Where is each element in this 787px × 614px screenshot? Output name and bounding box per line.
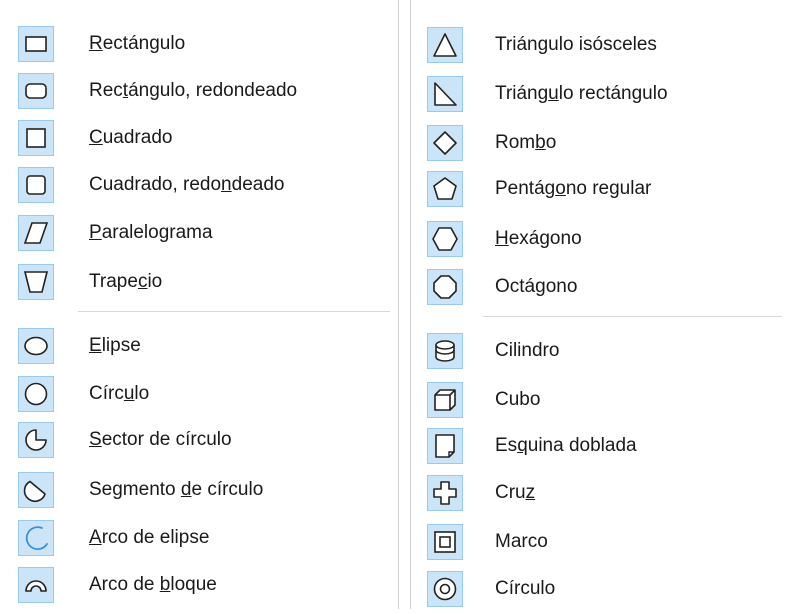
menu-item-label: Triángulo isósceles: [495, 34, 657, 55]
rectangle-icon: [18, 26, 54, 62]
menu-separator: [483, 316, 782, 317]
menu-item-octagono[interactable]: Octágono: [411, 262, 787, 312]
menu-item-label: Elipse: [89, 335, 141, 356]
menu-item-label: Trapecio: [89, 271, 163, 292]
menu-item-cubo[interactable]: Cubo: [411, 375, 787, 425]
menu-item-arco-de-bloque[interactable]: Arco de bloque: [0, 560, 398, 610]
menu-item-paralelograma[interactable]: Paralelograma: [0, 208, 398, 258]
menu-item-label: Rectángulo: [89, 33, 186, 54]
ring-icon: [427, 571, 463, 607]
cube-icon: [427, 382, 463, 418]
menu-item-label: Arco de elipse: [89, 527, 210, 548]
diamond-icon: [427, 125, 463, 161]
menu-item-sector-de-circulo[interactable]: Sector de círculo: [0, 415, 398, 465]
menu-item-label: Esquina doblada: [495, 435, 637, 456]
menu-item-label: Cuadrado: [89, 127, 173, 148]
menu-item-label: Círculo: [89, 383, 150, 404]
menu-item-cilindro[interactable]: Cilindro: [411, 326, 787, 376]
menu-item-label: Arco de bloque: [89, 574, 217, 595]
block-arc-icon: [18, 567, 54, 603]
basic-shapes-menu: Rectángulo Rectángulo, redondeado Cuadra…: [0, 0, 399, 609]
menu-item-label: Segmento de círculo: [89, 479, 264, 500]
rounded-square-icon: [18, 167, 54, 203]
right-triangle-icon: [427, 76, 463, 112]
menu-item-rombo[interactable]: Rombo: [411, 118, 787, 168]
octagon-icon: [427, 269, 463, 305]
frame-icon: [427, 524, 463, 560]
menu-item-arco-de-elipse[interactable]: Arco de elipse: [0, 513, 398, 563]
circle-icon: [18, 376, 54, 412]
menu-item-rectangulo-redondeado[interactable]: Rectángulo, redondeado: [0, 66, 398, 116]
menu-item-label: Rombo: [495, 132, 557, 153]
hexagon-icon: [427, 221, 463, 257]
menu-item-label: Octágono: [495, 276, 578, 297]
rounded-rectangle-icon: [18, 73, 54, 109]
menu-item-label: Triángulo rectángulo: [495, 83, 668, 104]
menu-item-label: Cilindro: [495, 340, 560, 361]
menu-item-label: Cuadrado, redondeado: [89, 174, 285, 195]
menu-item-circulo-anillo[interactable]: Círculo: [411, 564, 787, 614]
menu-item-label: Círculo: [495, 578, 556, 599]
menu-separator: [78, 311, 390, 312]
menu-item-label: Hexágono: [495, 228, 582, 249]
menu-item-marco[interactable]: Marco: [411, 517, 787, 567]
menu-gap: [399, 0, 409, 609]
menu-item-pentagono-regular[interactable]: Pentágono regular: [411, 164, 787, 214]
menu-item-triangulo-rectangulo[interactable]: Triángulo rectángulo: [411, 69, 787, 119]
menu-item-label: Pentágono regular: [495, 178, 652, 199]
menu-item-label: Cruz: [495, 482, 536, 503]
menu-item-label: Paralelograma: [89, 222, 213, 243]
trapezoid-icon: [18, 264, 54, 300]
menu-item-elipse[interactable]: Elipse: [0, 321, 398, 371]
menu-item-label: Rectángulo, redondeado: [89, 80, 298, 101]
menu-item-rectangulo[interactable]: Rectángulo: [0, 19, 398, 69]
square-icon: [18, 120, 54, 156]
cylinder-icon: [427, 333, 463, 369]
menu-item-esquina-doblada[interactable]: Esquina doblada: [411, 421, 787, 471]
circle-segment-icon: [18, 472, 54, 508]
polygon-shapes-menu: Triángulo isósceles Triángulo rectángulo…: [410, 0, 787, 609]
menu-item-cuadrado[interactable]: Cuadrado: [0, 113, 398, 163]
menu-item-label: Cubo: [495, 389, 541, 410]
isosceles-triangle-icon: [427, 27, 463, 63]
menu-item-hexagono[interactable]: Hexágono: [411, 214, 787, 264]
cross-icon: [427, 475, 463, 511]
menu-item-cruz[interactable]: Cruz: [411, 468, 787, 518]
menu-item-trapecio[interactable]: Trapecio: [0, 257, 398, 307]
ellipse-arc-icon: [18, 520, 54, 556]
menu-item-label: Sector de círculo: [89, 429, 232, 450]
menu-item-segmento-de-circulo[interactable]: Segmento de círculo: [0, 465, 398, 515]
circle-sector-icon: [18, 422, 54, 458]
menu-item-label: Marco: [495, 531, 548, 552]
menu-item-cuadrado-redondeado[interactable]: Cuadrado, redondeado: [0, 160, 398, 210]
menu-item-circulo[interactable]: Círculo: [0, 369, 398, 419]
pentagon-icon: [427, 171, 463, 207]
folded-corner-icon: [427, 428, 463, 464]
ellipse-icon: [18, 328, 54, 364]
menu-item-triangulo-isosceles[interactable]: Triángulo isósceles: [411, 20, 787, 70]
parallelogram-icon: [18, 215, 54, 251]
